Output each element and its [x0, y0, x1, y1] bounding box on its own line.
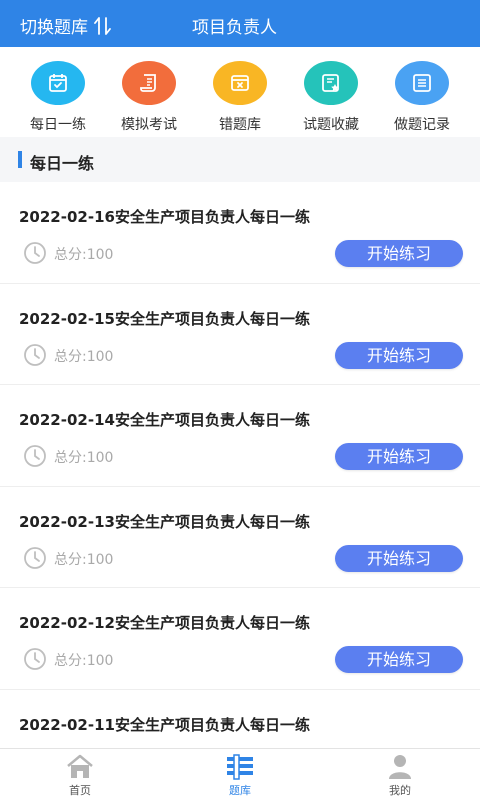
exercise-title: 2022-02-13安全生产项目负责人每日一练	[19, 512, 310, 531]
section-title: 每日一练	[30, 154, 95, 173]
quick-favorites[interactable]: 试题收藏	[283, 61, 379, 134]
tab-label: 首页	[69, 784, 91, 797]
quick-wrong-bank[interactable]: 错题库	[192, 61, 288, 134]
quick-records[interactable]: 做题记录	[374, 61, 470, 134]
tab-label: 我的	[389, 784, 411, 797]
bottom-tab-bar: 首页 题库 我的	[0, 748, 480, 800]
app-header: 切换题库 项目负责人	[0, 0, 480, 47]
quick-label: 每日一练	[30, 117, 86, 133]
exercise-card: 2022-02-14安全生产项目负责人每日一练 总分:100 开始练习	[0, 385, 480, 487]
quick-label: 错题库	[219, 117, 261, 133]
exercise-title: 2022-02-11安全生产项目负责人每日一练	[19, 715, 310, 734]
clock-icon	[24, 546, 46, 569]
exercise-card: 2022-02-12安全生产项目负责人每日一练 总分:100 开始练习	[0, 588, 480, 690]
exercise-title: 2022-02-15安全生产项目负责人每日一练	[19, 309, 310, 328]
start-practice-button[interactable]: 开始练习	[335, 341, 463, 369]
quick-label: 模拟考试	[121, 117, 177, 133]
start-practice-button[interactable]: 开始练习	[335, 544, 463, 572]
start-practice-button[interactable]: 开始练习	[335, 646, 463, 673]
swap-arrows-icon	[94, 16, 111, 35]
section-marker	[18, 151, 22, 168]
tab-mine[interactable]: 我的	[360, 753, 440, 798]
total-score: 总分:100	[54, 450, 114, 466]
total-score: 总分:100	[54, 653, 114, 669]
clock-icon	[24, 242, 46, 264]
exercise-title: 2022-02-12安全生产项目负责人每日一练	[19, 614, 310, 632]
question-bank-icon	[227, 754, 253, 780]
exercise-list: 2022-02-16安全生产项目负责人每日一练 总分:100 开始练习 2022…	[0, 182, 480, 791]
star-doc-icon	[304, 61, 358, 105]
switch-bank-label: 切换题库	[20, 18, 88, 38]
total-score: 总分:100	[54, 348, 114, 365]
clock-icon	[24, 343, 46, 366]
record-list-icon	[395, 61, 449, 105]
exercise-title: 2022-02-14安全生产项目负责人每日一练	[19, 411, 310, 429]
tab-label: 题库	[229, 784, 251, 797]
clock-icon	[24, 445, 46, 467]
switch-bank-button[interactable]: 切换题库	[20, 13, 114, 38]
exercise-card: 2022-02-13安全生产项目负责人每日一练 总分:100 开始练习	[0, 486, 480, 588]
exercise-card: 2022-02-16安全生产项目负责人每日一练 总分:100 开始练习	[0, 182, 480, 284]
section-header: 每日一练	[0, 138, 480, 182]
quick-daily-practice[interactable]: 每日一练	[10, 61, 106, 134]
page-title: 项目负责人	[192, 18, 277, 38]
calendar-check-icon	[31, 61, 85, 105]
exercise-title: 2022-02-16安全生产项目负责人每日一练	[19, 208, 310, 226]
quick-label: 做题记录	[394, 117, 450, 133]
user-icon	[389, 755, 411, 779]
start-practice-button[interactable]: 开始练习	[335, 240, 463, 267]
home-icon	[67, 754, 93, 778]
start-practice-button[interactable]: 开始练习	[335, 443, 463, 470]
tab-question-bank[interactable]: 题库	[200, 753, 280, 798]
scroll-icon	[122, 61, 176, 105]
exercise-card: 2022-02-15安全生产项目负责人每日一练 总分:100 开始练习	[0, 283, 480, 385]
quick-mock-exam[interactable]: 模拟考试	[101, 61, 197, 134]
quick-label: 试题收藏	[303, 117, 359, 133]
clock-icon	[24, 648, 46, 670]
total-score: 总分:100	[54, 247, 114, 263]
total-score: 总分:100	[54, 551, 114, 568]
error-box-icon	[213, 61, 267, 105]
quick-actions: 每日一练 模拟考试 错题库 试题收藏 做题记录	[0, 47, 480, 137]
tab-home[interactable]: 首页	[40, 753, 120, 798]
